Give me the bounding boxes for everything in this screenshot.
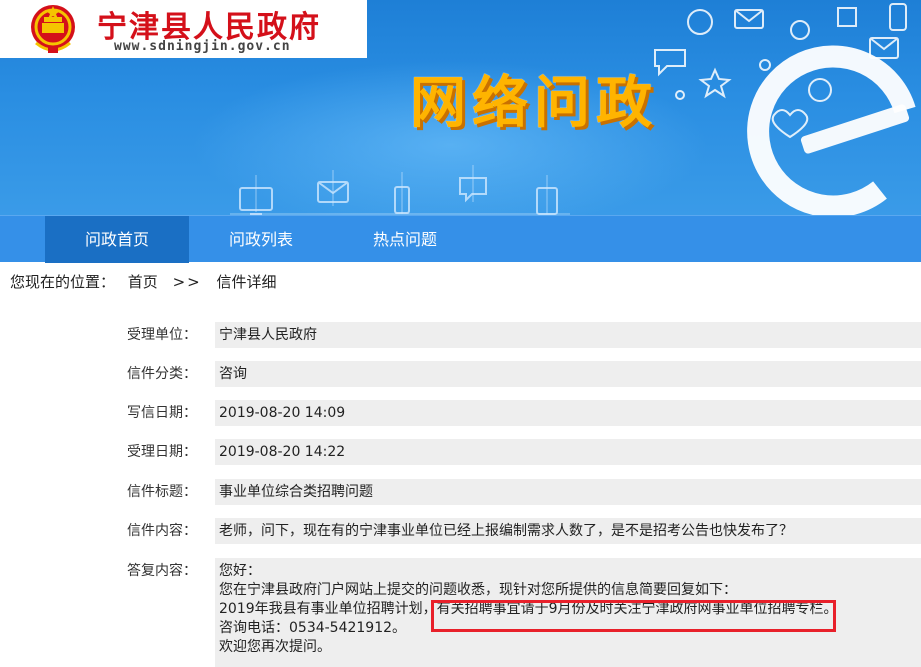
reply-line-closing: 欢迎您再次提问。 xyxy=(219,639,331,655)
section-title: 网络问政 xyxy=(410,71,658,136)
header-banner: 宁津县人民政府 www.sdningjin.gov.cn 网络问政 xyxy=(0,0,921,215)
row-write-date: 写信日期： 2019-08-20 14:09 xyxy=(0,400,921,426)
dot-icon-2 xyxy=(675,90,685,100)
title-value: 事业单位综合类招聘问题 xyxy=(215,479,921,505)
heart-icon xyxy=(771,109,809,139)
row-content: 信件内容： 老师，问下，现在有的宁津事业单位已经上报编制需求人数了，是不是招考公… xyxy=(0,518,921,544)
site-url: www.sdningjin.gov.cn xyxy=(114,39,291,54)
row-accept-date: 受理日期： 2019-08-20 14:22 xyxy=(0,439,921,465)
breadcrumb-current: 信件详细 xyxy=(216,273,277,291)
chat-icon xyxy=(654,49,686,77)
star-icon xyxy=(698,67,732,99)
grid-icon xyxy=(837,7,857,27)
bubble-icon xyxy=(687,9,713,35)
breadcrumb-home-link[interactable]: 首页 xyxy=(128,271,158,292)
highlight-annotation-box xyxy=(431,600,836,632)
nav-item-hot[interactable]: 热点问题 xyxy=(333,216,477,263)
category-label: 信件分类： xyxy=(127,366,197,382)
at-icon xyxy=(808,78,832,102)
unit-value: 宁津县人民政府 xyxy=(215,322,921,348)
circle-icon xyxy=(790,20,810,40)
reply-greeting: 您好： xyxy=(219,563,261,579)
breadcrumb-separator: >> xyxy=(172,273,202,291)
title-label: 信件标题： xyxy=(127,484,197,500)
write-date-label: 写信日期： xyxy=(127,405,197,421)
phone-small-icon xyxy=(889,3,907,31)
dot-icon xyxy=(759,59,771,71)
site-logo[interactable]: 宁津县人民政府 www.sdningjin.gov.cn xyxy=(0,0,367,58)
write-date-value: 2019-08-20 14:09 xyxy=(215,400,921,426)
reply-line-intro: 您在宁津县政府门户网站上提交的问题收悉，现针对您所提供的信息简要回复如下： xyxy=(219,582,737,598)
unit-label: 受理单位： xyxy=(127,327,197,343)
accept-date-label: 受理日期： xyxy=(127,444,197,460)
national-emblem-icon xyxy=(31,5,75,53)
breadcrumb: 您现在的位置： 首页 >> 信件详细 xyxy=(10,271,277,292)
content-value: 老师，问下，现在有的宁津事业单位已经上报编制需求人数了，是不是招考公告也快发布了… xyxy=(215,518,921,544)
row-unit: 受理单位： 宁津县人民政府 xyxy=(0,322,921,348)
row-category: 信件分类： 咨询 xyxy=(0,361,921,387)
accept-date-value: 2019-08-20 14:22 xyxy=(215,439,921,465)
breadcrumb-prefix: 您现在的位置： xyxy=(10,273,116,291)
nav-item-list[interactable]: 问政列表 xyxy=(189,216,333,263)
content-label: 信件内容： xyxy=(127,523,197,539)
e-bar-icon xyxy=(800,104,910,154)
nav-item-home[interactable]: 问政首页 xyxy=(45,216,189,263)
main-nav: 问政首页 问政列表 热点问题 xyxy=(0,215,921,263)
reply-label: 答复内容： xyxy=(127,563,197,579)
row-title: 信件标题： 事业单位综合类招聘问题 xyxy=(0,479,921,505)
category-value: 咨询 xyxy=(215,361,921,387)
